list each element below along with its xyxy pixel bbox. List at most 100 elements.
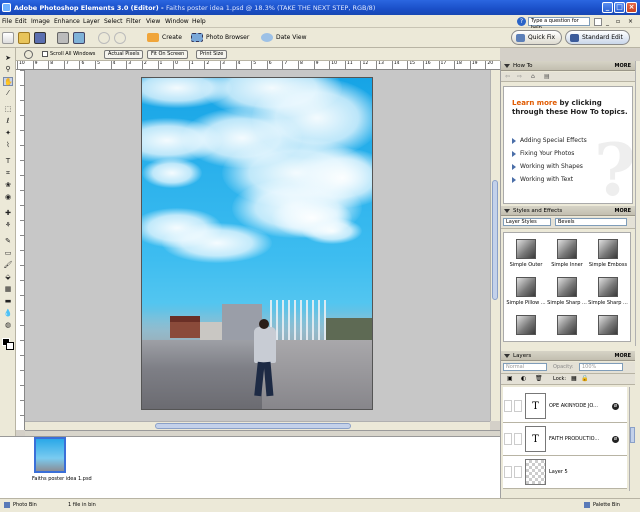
date-view-button[interactable]: Date View: [260, 31, 307, 44]
menu-window[interactable]: Window: [165, 18, 189, 25]
gradient-tool-icon[interactable]: ▦: [3, 285, 13, 294]
undo-icon[interactable]: [98, 32, 110, 44]
style-swatch[interactable]: Simple Sharp ...: [588, 273, 628, 309]
howto-link-shapes[interactable]: Working with Shapes: [512, 163, 583, 170]
forward-arrow-icon[interactable]: ⇨: [517, 73, 522, 80]
styles-more-button[interactable]: MORE: [615, 206, 632, 216]
style-swatch[interactable]: Simple Outer: [506, 235, 546, 271]
quick-fix-button[interactable]: Quick Fix: [511, 30, 563, 45]
new-file-icon[interactable]: [2, 32, 14, 44]
crop-tool-icon[interactable]: ⌗: [3, 169, 13, 178]
doc-close-button[interactable]: ×: [628, 18, 633, 25]
style-swatch[interactable]: Simple Pillow ...: [506, 273, 546, 309]
pencil-tool-icon[interactable]: ✎: [3, 237, 13, 246]
opacity-input[interactable]: 100%: [579, 363, 623, 371]
fit-on-screen-button[interactable]: Fit On Screen: [147, 50, 189, 59]
background-color-swatch[interactable]: [6, 342, 14, 350]
menu-filter[interactable]: Filter: [126, 18, 141, 25]
menu-file[interactable]: File: [2, 18, 12, 25]
brush-tool-icon[interactable]: 🖌: [3, 261, 13, 270]
maximize-button[interactable]: □: [614, 2, 625, 13]
styles-subcategory-select[interactable]: Bevels: [555, 218, 627, 226]
help-search-input[interactable]: Type a question for help: [528, 17, 590, 31]
photo-bin-label[interactable]: Photo Bin: [13, 502, 37, 508]
howto-header[interactable]: How To MORE: [501, 61, 635, 71]
move-tool-icon[interactable]: ➤: [3, 54, 13, 63]
open-folder-icon[interactable]: [18, 32, 30, 44]
hand-tool-icon[interactable]: ✋: [3, 77, 13, 86]
palette-bin-toggle-icon[interactable]: [584, 502, 590, 508]
create-button[interactable]: Create: [146, 31, 182, 44]
photo-bin-toggle-icon[interactable]: [4, 502, 10, 508]
layer-link-icon[interactable]: [514, 466, 522, 478]
vertical-scrollbar[interactable]: [490, 70, 500, 421]
menu-layer[interactable]: Layer: [83, 18, 100, 25]
photo-browser-button[interactable]: Photo Browser: [190, 31, 249, 44]
doc-restore-button[interactable]: ▫: [616, 18, 620, 25]
print-icon[interactable]: [57, 32, 69, 44]
adjustment-layer-icon[interactable]: ◐: [521, 375, 526, 382]
document-image[interactable]: [141, 77, 373, 410]
lasso-tool-icon[interactable]: ℓ: [3, 117, 13, 126]
styles-header[interactable]: Styles and Effects MORE: [501, 206, 635, 216]
layer-link-icon[interactable]: [514, 433, 522, 445]
styles-category-select[interactable]: Layer Styles: [503, 218, 551, 226]
canvas-area[interactable]: [25, 70, 490, 421]
red-eye-tool-icon[interactable]: ◉: [3, 193, 13, 202]
cookie-cutter-tool-icon[interactable]: ❀: [3, 181, 13, 190]
save-icon[interactable]: [34, 32, 46, 44]
standard-edit-button[interactable]: Standard Edit: [565, 30, 630, 45]
new-layer-icon[interactable]: ▣: [507, 375, 513, 382]
lock-transparency-icon[interactable]: ▦: [571, 375, 577, 382]
eraser-tool-icon[interactable]: ▭: [3, 249, 13, 258]
zoom-tool-icon[interactable]: ⚲: [3, 65, 13, 74]
back-arrow-icon[interactable]: ⇦: [505, 73, 510, 80]
type-tool-icon[interactable]: T: [3, 157, 13, 166]
layers-more-button[interactable]: MORE: [615, 351, 632, 361]
palette-bin-label[interactable]: Palette Bin: [593, 502, 620, 508]
redo-icon[interactable]: [114, 32, 126, 44]
vertical-scroll-thumb[interactable]: [492, 180, 498, 300]
layer-row[interactable]: Layer 5: [503, 456, 627, 489]
style-swatch[interactable]: [588, 311, 628, 341]
blend-mode-select[interactable]: Normal: [503, 363, 547, 371]
eyedropper-tool-icon[interactable]: ⁄: [3, 89, 13, 98]
style-swatch[interactable]: [506, 311, 546, 341]
layer-visibility-icon[interactable]: [504, 400, 512, 412]
layers-scrollbar[interactable]: [629, 387, 635, 491]
lock-all-icon[interactable]: 🔒: [581, 375, 588, 382]
paint-bucket-tool-icon[interactable]: ⬙: [3, 273, 13, 282]
marquee-tool-icon[interactable]: ⬚: [3, 105, 13, 114]
menu-view[interactable]: View: [146, 18, 160, 25]
howto-link-fixing-photos[interactable]: Fixing Your Photos: [512, 150, 574, 157]
layers-header[interactable]: Layers MORE: [501, 351, 635, 361]
layer-visibility-icon[interactable]: [504, 433, 512, 445]
howto-scrollbar[interactable]: [635, 61, 640, 206]
menu-enhance[interactable]: Enhance: [54, 18, 80, 25]
magic-wand-tool-icon[interactable]: ✦: [3, 129, 13, 138]
howto-link-text[interactable]: Working with Text: [512, 176, 573, 183]
home-icon[interactable]: ⌂: [531, 73, 535, 80]
menu-select[interactable]: Select: [104, 18, 123, 25]
blur-tool-icon[interactable]: 💧: [3, 309, 13, 318]
doc-minimize-button[interactable]: _: [606, 19, 609, 26]
delete-layer-icon[interactable]: 🗑: [535, 375, 543, 382]
print-size-button[interactable]: Print Size: [196, 50, 228, 59]
minimize-button[interactable]: _: [602, 2, 613, 13]
style-swatch[interactable]: [547, 311, 587, 341]
layer-link-icon[interactable]: [514, 400, 522, 412]
menu-edit[interactable]: Edit: [15, 18, 27, 25]
menu-help[interactable]: Help: [192, 18, 206, 25]
shape-tool-icon[interactable]: ▬: [3, 297, 13, 306]
layers-scroll-thumb[interactable]: [630, 427, 635, 443]
menu-image[interactable]: Image: [31, 18, 50, 25]
styles-scrollbar[interactable]: [635, 206, 640, 346]
scroll-all-checkbox[interactable]: [42, 51, 48, 57]
style-swatch[interactable]: Simple Sharp ...: [547, 273, 587, 309]
howto-link-special-effects[interactable]: Adding Special Effects: [512, 137, 587, 144]
online-services-icon[interactable]: [73, 32, 85, 44]
horizontal-scroll-thumb[interactable]: [155, 423, 351, 429]
howto-more-button[interactable]: MORE: [615, 61, 632, 71]
layer-visibility-icon[interactable]: [504, 466, 512, 478]
layer-row[interactable]: T OPE AKINYODE JO... ø: [503, 390, 627, 423]
